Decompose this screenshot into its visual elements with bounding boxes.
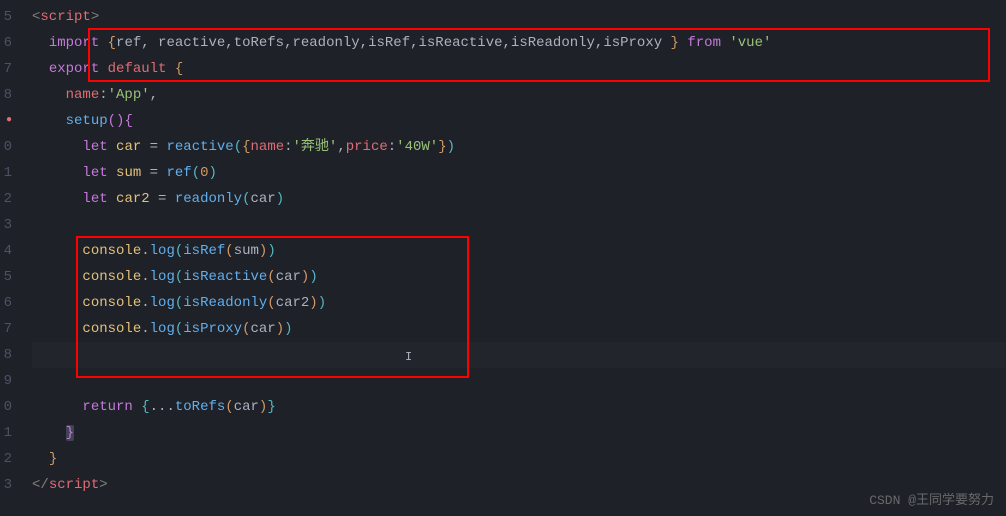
line-error-marker: ● <box>0 108 12 134</box>
code-line: } <box>32 420 1006 446</box>
code-line: return {...toRefs(car)} <box>32 394 1006 420</box>
line-number: 6 <box>0 290 12 316</box>
line-number: 0 <box>0 134 12 160</box>
line-gutter: 5 6 7 8 ● 0 1 2 3 4 5 6 7 8 9 0 1 2 3 <box>0 0 20 516</box>
line-number: 2 <box>0 446 12 472</box>
code-line: </script> <box>32 472 1006 498</box>
code-editor[interactable]: 5 6 7 8 ● 0 1 2 3 4 5 6 7 8 9 0 1 2 3 <s… <box>0 0 1006 516</box>
line-number: 5 <box>0 4 12 30</box>
line-number: 5 <box>0 264 12 290</box>
line-number: 8 <box>0 82 12 108</box>
code-line <box>32 368 1006 394</box>
code-line: export default { <box>32 56 1006 82</box>
code-line: let sum = ref(0) <box>32 160 1006 186</box>
watermark-text: CSDN @王同学要努力 <box>869 489 994 508</box>
line-number: 8 <box>0 342 12 368</box>
code-line: } <box>32 446 1006 472</box>
code-line: console.log(isReactive(car)) <box>32 264 1006 290</box>
line-number: 3 <box>0 212 12 238</box>
code-line: import {ref, reactive,toRefs,readonly,is… <box>32 30 1006 56</box>
code-line: let car = reactive({name:'奔驰',price:'40W… <box>32 134 1006 160</box>
line-number: 0 <box>0 394 12 420</box>
code-line: <script> <box>32 4 1006 30</box>
code-line: console.log(isReadonly(car2)) <box>32 290 1006 316</box>
line-number: 9 <box>0 368 12 394</box>
line-number: 1 <box>0 420 12 446</box>
code-line <box>32 342 1006 368</box>
code-line: console.log(isProxy(car)) <box>32 316 1006 342</box>
code-line: console.log(isRef(sum)) <box>32 238 1006 264</box>
line-number: 4 <box>0 238 12 264</box>
line-number: 7 <box>0 56 12 82</box>
line-number: 3 <box>0 472 12 498</box>
code-content[interactable]: <script> import {ref, reactive,toRefs,re… <box>20 0 1006 516</box>
line-number: 6 <box>0 30 12 56</box>
code-line <box>32 212 1006 238</box>
code-line: let car2 = readonly(car) <box>32 186 1006 212</box>
text-cursor-icon: I <box>405 350 412 364</box>
code-line: name:'App', <box>32 82 1006 108</box>
line-number: 2 <box>0 186 12 212</box>
code-line: setup(){ <box>32 108 1006 134</box>
line-number: 7 <box>0 316 12 342</box>
line-number: 1 <box>0 160 12 186</box>
